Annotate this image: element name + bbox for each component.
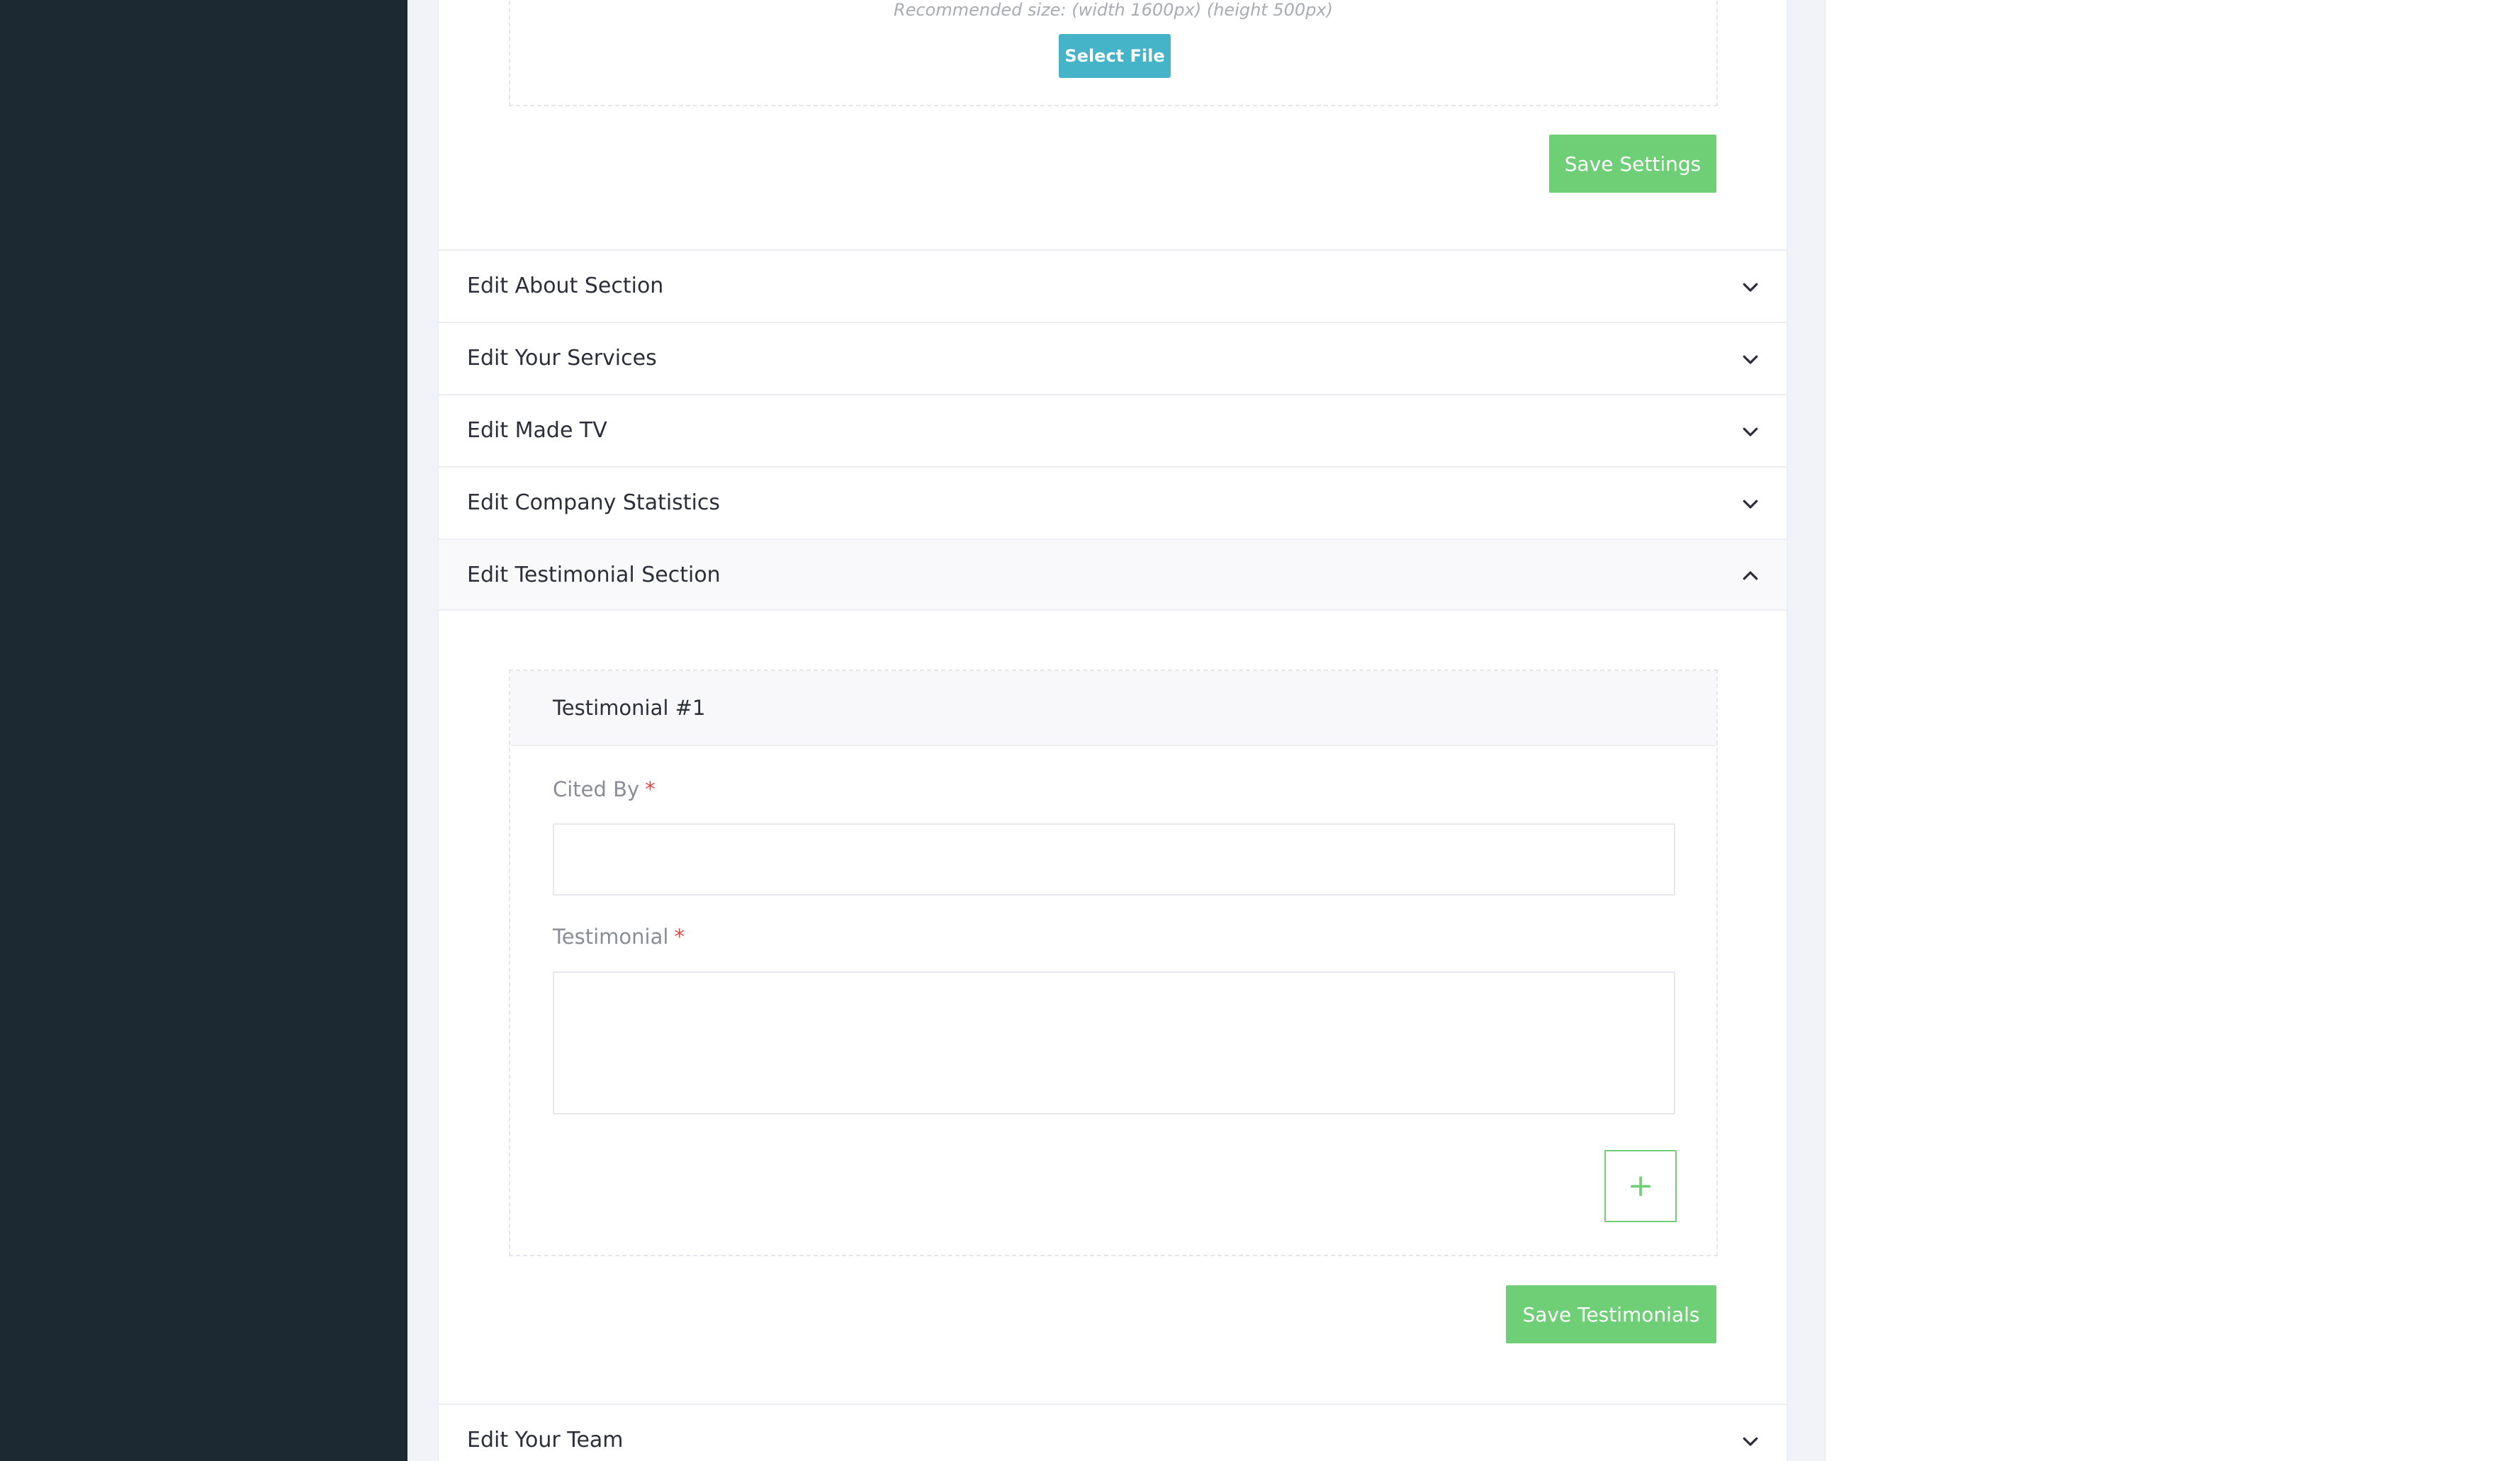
chevron-down-icon	[1743, 427, 1758, 436]
required-mark: *	[674, 925, 685, 949]
settings-card: Recommended size: (width 1600px) (height…	[437, 0, 1788, 1461]
cited-by-label: Cited By *	[553, 777, 656, 801]
accordion-edit-made-tv[interactable]: Edit Made TV	[439, 394, 1787, 466]
add-testimonial-button[interactable]: +	[1604, 1150, 1677, 1222]
testimonial-item-title: Testimonial #1	[553, 696, 706, 720]
accordion-title: Edit Your Team	[467, 1428, 624, 1452]
select-file-button[interactable]: Select File	[1059, 34, 1171, 78]
accordion-title: Edit Made TV	[467, 418, 607, 443]
image-upload-box: Recommended size: (width 1600px) (height…	[509, 0, 1718, 106]
testimonial-label: Testimonial *	[553, 925, 685, 949]
chevron-down-icon	[1743, 1437, 1758, 1446]
required-mark: *	[645, 777, 656, 801]
accordion-title: Edit Company Statistics	[467, 490, 721, 515]
accordion-edit-your-services[interactable]: Edit Your Services	[439, 322, 1787, 394]
plus-icon: +	[1627, 1168, 1654, 1204]
sidebar	[0, 0, 407, 1461]
chevron-down-icon	[1743, 500, 1758, 509]
testimonial-textarea[interactable]	[553, 971, 1675, 1115]
accordion-edit-about-section[interactable]: Edit About Section	[439, 249, 1787, 322]
right-panel	[1825, 0, 2520, 1461]
chevron-down-icon	[1743, 283, 1758, 292]
testimonial-item-header: Testimonial #1	[510, 671, 1716, 746]
accordion-title: Edit About Section	[467, 273, 664, 298]
chevron-down-icon	[1743, 355, 1758, 364]
accordion-edit-testimonial-section[interactable]: Edit Testimonial Section	[439, 538, 1787, 611]
recommended-size-text: Recommended size: (width 1600px) (height…	[894, 0, 1333, 20]
save-settings-button[interactable]: Save Settings	[1549, 135, 1716, 193]
chevron-up-icon	[1743, 571, 1758, 580]
accordion-title: Edit Your Services	[467, 346, 657, 371]
accordion-title: Edit Testimonial Section	[467, 563, 721, 587]
save-testimonials-button[interactable]: Save Testimonials	[1506, 1285, 1716, 1343]
cited-by-input[interactable]	[553, 823, 1675, 896]
accordion-edit-company-statistics[interactable]: Edit Company Statistics	[439, 466, 1787, 538]
accordion-edit-your-team[interactable]: Edit Your Team	[439, 1404, 1787, 1461]
testimonial-item-box: Testimonial #1 Cited By * Testimonial * +	[509, 670, 1718, 1256]
